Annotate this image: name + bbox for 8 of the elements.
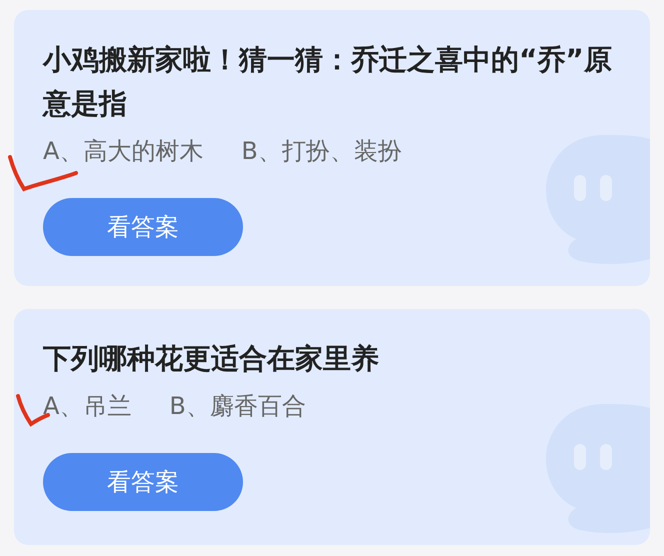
question-text: 下列哪种花更适合在家里养 — [43, 341, 380, 377]
answer-option: B、打扮、装扮 — [241, 134, 402, 168]
answer-option: A、高大的树木 — [43, 134, 204, 168]
show-answer-button[interactable]: 看答案 — [43, 198, 243, 256]
question-text: 小鸡搬新家啦！猜一猜：乔迁之喜中的“乔”原意是指 — [43, 42, 613, 122]
answer-option: B、麝香百合 — [169, 389, 306, 423]
answer-option: A、吊兰 — [43, 389, 132, 423]
show-answer-button[interactable]: 看答案 — [43, 453, 243, 511]
